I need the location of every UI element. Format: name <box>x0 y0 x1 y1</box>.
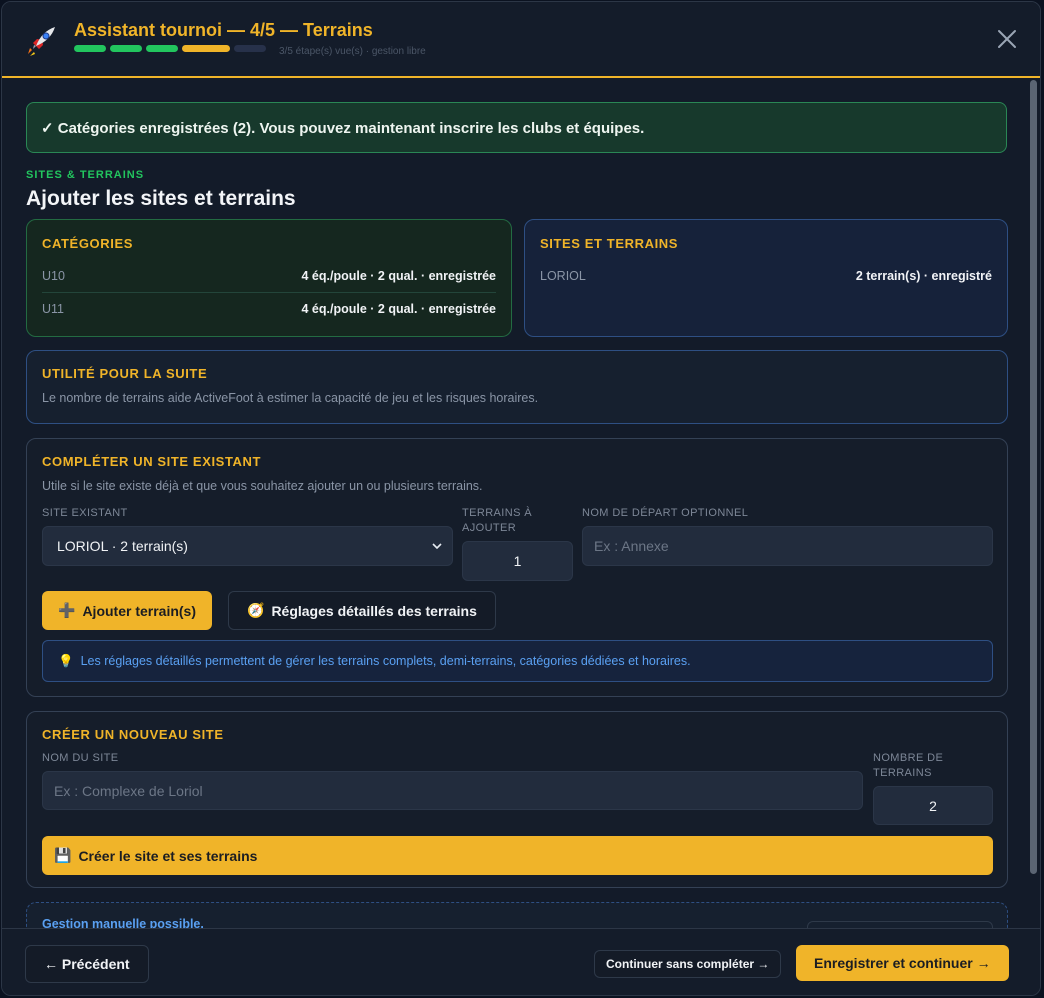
wizard-title: Assistant tournoi — 4/5 — Terrains <box>74 20 373 40</box>
field-count-label-line: NOMBRE DE <box>873 752 944 764</box>
progress-step <box>110 45 142 52</box>
field-count-label-line: TERRAINS <box>873 767 932 779</box>
category-row: U11 4 éq./poule · 2 qual. · enregistrée <box>42 292 496 325</box>
plus-icon: ➕ <box>58 602 76 618</box>
site-name: LORIOL <box>540 268 586 283</box>
skip-button[interactable]: Continuer sans compléter → <box>594 950 782 978</box>
wizard-modal: Assistant tournoi — 4/5 — Terrains 3/5 é… <box>1 1 1041 996</box>
start-name-input[interactable]: Ex : Annexe <box>582 526 993 566</box>
progress-step-current <box>182 45 230 52</box>
progress-note: 3/5 étape(s) vue(s) · gestion libre <box>279 46 426 57</box>
progress-step <box>74 45 106 52</box>
category-name: U10 <box>42 268 65 283</box>
new-site-card: CRÉER UN NOUVEAU SITE NOM DU SITE Ex : C… <box>26 711 1008 888</box>
add-fields-button[interactable]: ➕ Ajouter terrain(s) <box>42 591 213 630</box>
lightbulb-icon: 💡 <box>58 653 74 668</box>
categories-list: U10 4 éq./poule · 2 qual. · enregistrée … <box>42 259 496 325</box>
start-name-label: NOM DE DÉPART OPTIONNEL <box>582 507 749 519</box>
site-name-input[interactable]: Ex : Complexe de Loriol <box>42 771 863 810</box>
settings-hint: 💡 Les réglages détaillés permettent de g… <box>42 640 993 682</box>
existing-site-title: COMPLÉTER UN SITE EXISTANT <box>42 454 262 469</box>
field-count-label: NOMBRE DE TERRAINS <box>873 751 943 781</box>
utility-title: UTILITÉ POUR LA SUITE <box>42 366 208 381</box>
rocket-icon <box>28 27 55 56</box>
create-site-label: Créer le site et ses terrains <box>78 847 258 864</box>
utility-text: Le nombre de terrains aide ActiveFoot à … <box>42 391 539 405</box>
existing-site-subtitle: Utile si le site existe déjà et que vous… <box>42 479 483 493</box>
categories-title: CATÉGORIES <box>42 236 133 251</box>
existing-site-label: SITE EXISTANT <box>42 507 128 519</box>
progress-step <box>146 45 178 52</box>
new-site-title: CRÉER UN NOUVEAU SITE <box>42 727 224 742</box>
manual-management-button[interactable] <box>807 921 993 928</box>
close-icon[interactable] <box>996 28 1018 50</box>
field-settings-label: Réglages détaillés des terrains <box>271 602 477 619</box>
compass-icon: 🧭 <box>247 602 265 618</box>
existing-site-card: COMPLÉTER UN SITE EXISTANT Utile si le s… <box>26 438 1008 697</box>
site-summary: 2 terrain(s) · enregistré <box>855 268 992 283</box>
fields-to-add-label-line: TERRAINS À <box>462 507 533 519</box>
success-alert: ✓ Catégories enregistrées (2). Vous pouv… <box>26 102 1007 153</box>
fields-to-add-label-line: AJOUTER <box>462 522 517 534</box>
existing-site-select[interactable]: LORIOL · 2 terrain(s) <box>42 526 453 566</box>
manual-management-card: Gestion manuelle possible. <box>26 902 1008 928</box>
progress-step <box>234 45 266 52</box>
categories-card: CATÉGORIES U10 4 éq./poule · 2 qual. · e… <box>26 219 512 337</box>
wizard-header: Assistant tournoi — 4/5 — Terrains 3/5 é… <box>2 2 1040 78</box>
site-row: LORIOL 2 terrain(s) · enregistré <box>540 259 992 292</box>
category-summary: 4 éq./poule · 2 qual. · enregistrée <box>301 302 497 316</box>
page-title: Ajouter les sites et terrains <box>26 187 296 210</box>
section-eyebrow: SITES & TERRAINS <box>26 169 145 181</box>
site-name-label: NOM DU SITE <box>42 752 119 764</box>
sites-card: SITES ET TERRAINS LORIOL 2 terrain(s) · … <box>524 219 1008 337</box>
manual-management-text: Gestion manuelle possible. <box>42 917 204 928</box>
category-summary: 4 éq./poule · 2 qual. · enregistrée <box>301 268 497 283</box>
field-settings-button[interactable]: 🧭 Réglages détaillés des terrains <box>228 591 496 630</box>
fields-to-add-input[interactable]: 1 <box>462 541 573 581</box>
create-site-button[interactable]: 💾 Créer le site et ses terrains <box>42 836 993 875</box>
existing-site-value: LORIOL · 2 terrain(s) <box>57 538 188 554</box>
scrollbar-thumb[interactable] <box>1030 80 1037 874</box>
field-count-input[interactable]: 2 <box>873 786 993 825</box>
progress-steps <box>74 45 266 52</box>
category-row: U10 4 éq./poule · 2 qual. · enregistrée <box>42 259 496 292</box>
floppy-disk-icon: 💾 <box>54 847 72 863</box>
sites-title: SITES ET TERRAINS <box>540 236 679 251</box>
wizard-content[interactable]: ✓ Catégories enregistrées (2). Vous pouv… <box>2 80 1030 928</box>
sites-list: LORIOL 2 terrain(s) · enregistré <box>540 259 992 292</box>
wizard-footer: ← Précédent Continuer sans compléter → E… <box>2 928 1040 995</box>
settings-hint-text: Les réglages détaillés permettent de gér… <box>80 654 691 668</box>
add-fields-label: Ajouter terrain(s) <box>82 602 197 619</box>
save-continue-button[interactable]: Enregistrer et continuer → <box>796 945 1009 981</box>
previous-button[interactable]: ← Précédent <box>25 945 149 983</box>
chevron-down-icon <box>432 543 442 549</box>
category-name: U11 <box>42 302 65 316</box>
utility-card: UTILITÉ POUR LA SUITE Le nombre de terra… <box>26 350 1008 424</box>
fields-to-add-label: TERRAINS À AJOUTER <box>462 506 532 536</box>
